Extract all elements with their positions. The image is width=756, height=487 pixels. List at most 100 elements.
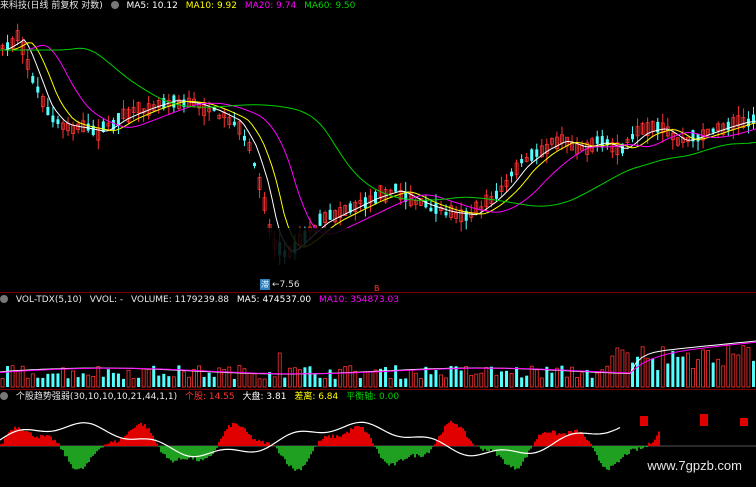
settings-icon[interactable] <box>110 1 119 9</box>
volume-bar <box>751 360 755 387</box>
trend-bar <box>412 446 414 454</box>
candlestick <box>151 100 156 113</box>
trend-bar <box>388 446 390 466</box>
trend-bar <box>390 446 392 464</box>
volume-bar <box>560 365 564 387</box>
volume-bar <box>247 372 252 388</box>
trend-bar <box>144 424 146 446</box>
trend-bar <box>96 446 98 452</box>
candlestick <box>494 183 498 202</box>
volume-bar <box>227 366 232 388</box>
trend-bar <box>574 430 576 446</box>
trend-bar <box>20 429 22 446</box>
volume-bar <box>610 355 615 388</box>
volume-bar <box>384 367 388 387</box>
trend-bar <box>254 439 256 446</box>
volume-bar <box>308 366 312 387</box>
trend-bar <box>482 446 484 451</box>
trend-chart[interactable] <box>0 390 756 487</box>
candlestick <box>253 162 257 169</box>
volume-bar <box>741 345 746 388</box>
trend-bar <box>260 441 262 446</box>
volume-bar <box>20 365 25 388</box>
volume-bar <box>91 375 96 388</box>
volume-bar <box>323 378 327 388</box>
candlestick <box>247 138 252 154</box>
volume-bar <box>167 376 171 387</box>
candlestick <box>640 121 645 135</box>
volume-settings-icon[interactable] <box>0 295 8 303</box>
trend-bar <box>648 442 650 446</box>
trend-bar <box>504 446 506 465</box>
volume-bar <box>368 371 373 388</box>
volume-pane[interactable]: VOL-TDX(5,10) VVOL: - VOLUME: 1179239.88… <box>0 293 756 389</box>
trend-bar <box>206 446 208 458</box>
trend-bar <box>256 441 258 446</box>
trend-bar <box>576 429 578 446</box>
volume-bar <box>137 377 141 387</box>
trend-bar <box>94 446 96 454</box>
trend-settings-icon[interactable] <box>0 392 8 400</box>
candlestick <box>232 111 236 127</box>
trend-bar <box>596 446 598 455</box>
trend-bar <box>292 446 294 469</box>
volume-bar <box>489 366 493 387</box>
trend-bar <box>652 442 654 446</box>
low-price-text: ←7.56 <box>272 280 300 290</box>
trend-bar <box>84 446 86 467</box>
trend-bar <box>200 446 202 460</box>
trend-bar <box>280 446 282 456</box>
candlestick <box>202 97 207 126</box>
candlestick <box>40 93 45 113</box>
low-badge: 滞 <box>260 279 270 290</box>
trend-bar <box>124 435 126 446</box>
trend-pane[interactable]: 个股趋势强弱(30,10,10,10,21,44,1,1) 个股: 14.55 … <box>0 390 756 487</box>
candlestick <box>454 206 459 224</box>
volume-bar <box>434 370 438 387</box>
candlestick <box>434 194 438 222</box>
trend-bar <box>456 424 458 446</box>
trend-bar <box>654 439 656 446</box>
trend-bar <box>338 436 340 446</box>
candlestick <box>46 97 50 116</box>
trend-bar <box>366 432 368 446</box>
volume-chart[interactable] <box>0 293 756 389</box>
volume-bar <box>731 353 736 388</box>
price-pane[interactable]: 来科技(日线 前复权 对数) MA5: 10.12 MA10: 9.92 MA2… <box>0 0 756 293</box>
trend-bar <box>232 422 234 446</box>
trend-bar <box>112 442 114 446</box>
volume-bar <box>283 377 287 387</box>
volume-bar <box>313 373 317 387</box>
volume-bar <box>257 378 262 388</box>
trend-bar <box>394 446 396 466</box>
candlestick <box>187 90 191 107</box>
candlestick <box>61 120 65 139</box>
volume-bar <box>192 369 196 388</box>
trend-bar <box>460 426 462 446</box>
trend-bar <box>2 443 4 446</box>
trend-bar <box>190 446 192 458</box>
trend-bar <box>120 438 122 446</box>
trend-bar <box>376 446 378 449</box>
trend-bar <box>158 446 160 447</box>
security-title: 来科技(日线 前复权 对数) <box>0 1 103 11</box>
trend-bar <box>426 446 428 453</box>
candlestick <box>615 134 620 165</box>
trend-bar <box>198 446 200 462</box>
price-chart[interactable] <box>0 0 756 292</box>
trend-bar <box>592 446 594 448</box>
vol-indicator-label: VOL-TDX(5,10) <box>15 295 82 305</box>
volume-bar <box>126 369 131 388</box>
candlestick <box>121 100 126 121</box>
trend-bar <box>118 441 120 446</box>
trend-bar <box>538 434 540 446</box>
candlestick <box>106 115 111 131</box>
trend-bar <box>610 446 612 466</box>
trend-bar <box>90 446 92 458</box>
trend-bar <box>336 435 338 446</box>
trend-bar <box>626 446 628 456</box>
trend-bar <box>148 428 150 446</box>
candlestick <box>656 117 660 141</box>
volume-bar <box>721 365 726 388</box>
trend-bar <box>116 442 118 446</box>
